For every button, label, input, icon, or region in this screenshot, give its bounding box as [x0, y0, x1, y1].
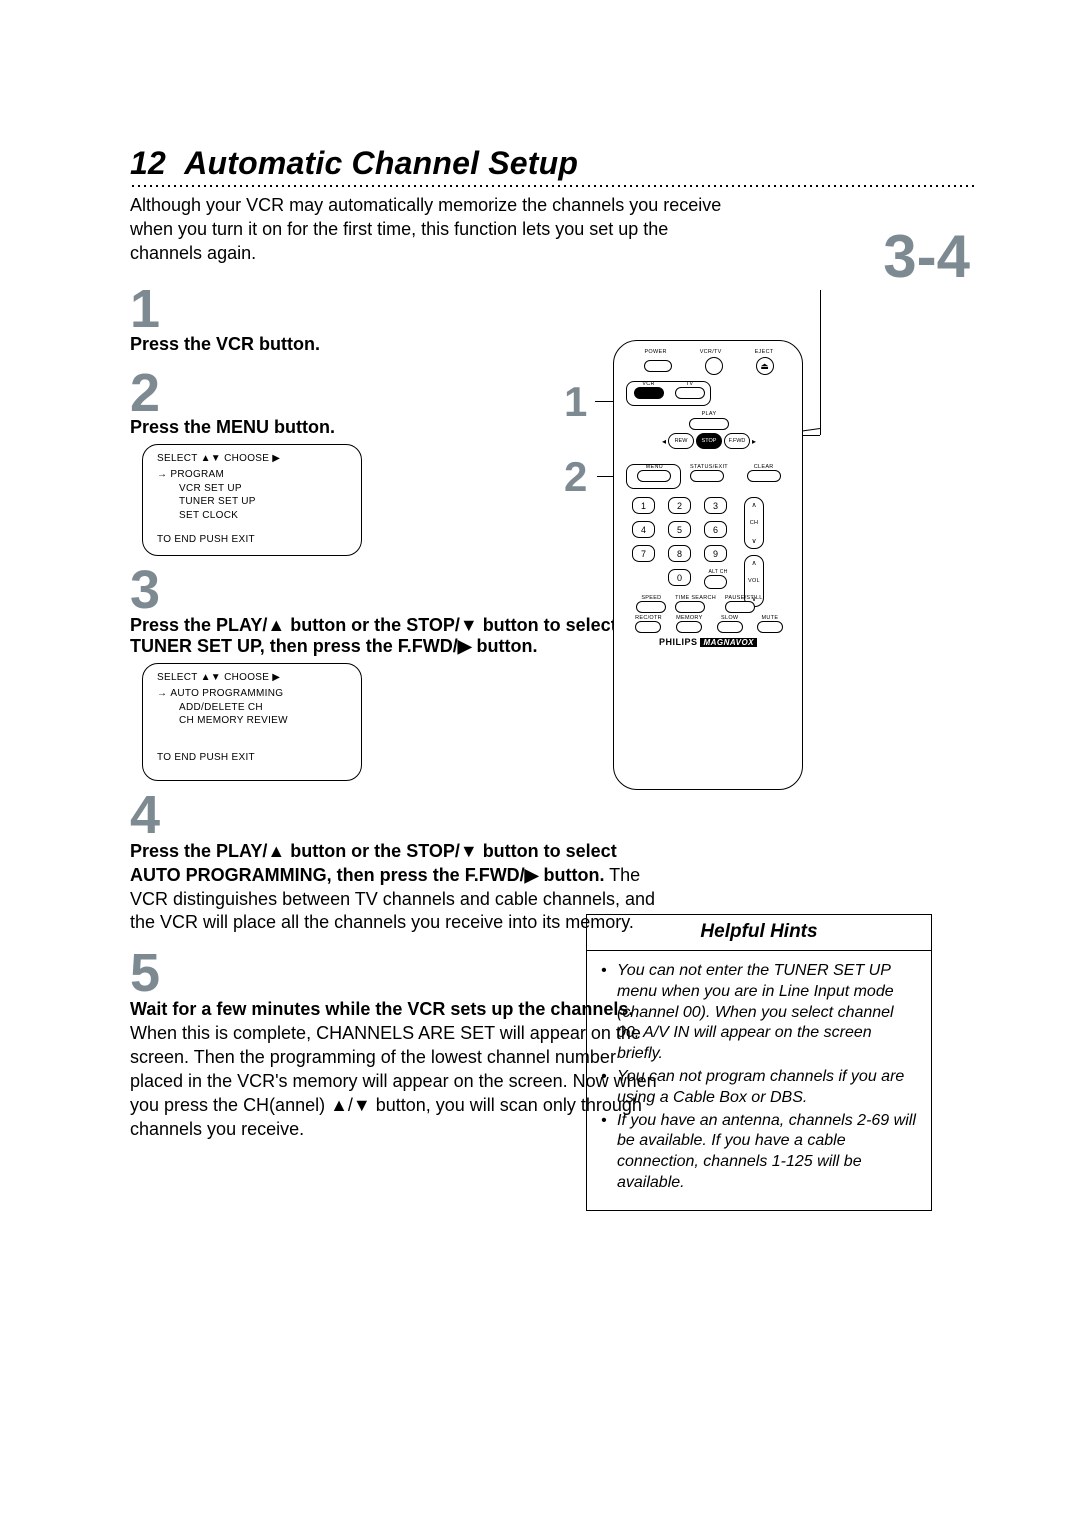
speed-button[interactable]	[636, 601, 666, 613]
step-1-text: Press the VCR button.	[130, 334, 975, 355]
tv-button[interactable]	[675, 387, 705, 399]
leader-line	[820, 290, 821, 435]
osd1-item: PROGRAM	[157, 468, 351, 482]
step-4-bold: Press the PLAY/▲ button or the STOP/▼ bu…	[130, 841, 617, 885]
play-button[interactable]	[689, 418, 729, 430]
callout-3-4: 3-4	[883, 222, 970, 291]
ffwd-button[interactable]: F.FWD	[724, 433, 750, 449]
num-8[interactable]: 8	[668, 545, 691, 562]
hint-item: If you have an antenna, channels 2-69 wi…	[601, 1111, 919, 1194]
timesearch-button[interactable]	[675, 601, 705, 613]
step-5-body: When this is complete, CHANNELS ARE SET …	[130, 1023, 657, 1139]
vcrtv-button[interactable]	[705, 357, 723, 375]
osd1-item: SET CLOCK	[157, 509, 351, 523]
memory-button[interactable]	[676, 621, 702, 633]
num-7[interactable]: 7	[632, 545, 655, 562]
num-0[interactable]: 0	[668, 569, 691, 586]
hint-item: You can not enter the TUNER SET UP menu …	[601, 961, 919, 1065]
callout-2: 2	[564, 453, 587, 501]
hint-item: You can not program channels if you are …	[601, 1067, 919, 1109]
title-text: Automatic Channel Setup	[184, 145, 578, 181]
num-5[interactable]: 5	[668, 521, 691, 538]
label-power: POWER	[644, 349, 666, 355]
num-9[interactable]: 9	[704, 545, 727, 562]
num-1[interactable]: 1	[632, 497, 655, 514]
osd1-header: SELECT ▲▼ CHOOSE ▶	[157, 453, 351, 464]
osd2-item: CH MEMORY REVIEW	[157, 714, 351, 728]
step-5-bold: Wait for a few minutes while the VCR set…	[130, 999, 633, 1019]
rew-button[interactable]: REW	[668, 433, 694, 449]
remote-illustration: POWER VCR/TV EJECT ⏏ VCR TV PLAY ◂ REW S…	[613, 340, 803, 790]
osd1-item: TUNER SET UP	[157, 495, 351, 509]
osd2-item: ADD/DELETE CH	[157, 701, 351, 715]
osd-menu-2: SELECT ▲▼ CHOOSE ▶ AUTO PROGRAMMING ADD/…	[142, 663, 362, 781]
hints-heading: Helpful Hints	[587, 915, 931, 951]
step-number-4: 4	[130, 791, 975, 840]
menu-button[interactable]	[637, 470, 671, 482]
helpful-hints-box: Helpful Hints You can not enter the TUNE…	[586, 914, 932, 1211]
label-vcrtv: VCR/TV	[700, 349, 722, 355]
osd2-header: SELECT ▲▼ CHOOSE ▶	[157, 672, 351, 683]
dotted-rule	[130, 184, 975, 188]
step-number-3: 3	[130, 566, 975, 615]
vcr-button[interactable]	[634, 387, 664, 399]
brand-label: PHILIPSMAGNAVOX	[614, 637, 802, 647]
altch-button[interactable]	[704, 575, 727, 589]
osd2-footer: TO END PUSH EXIT	[157, 752, 351, 763]
label-status: STATUS/EXIT	[690, 464, 728, 470]
step-2-text: Press the MENU button.	[130, 417, 975, 438]
num-2[interactable]: 2	[668, 497, 691, 514]
callout-1: 1	[564, 378, 587, 426]
page-title: 12 Automatic Channel Setup	[130, 145, 975, 182]
mute-button[interactable]	[757, 621, 783, 633]
stop-button[interactable]: STOP	[696, 433, 722, 449]
osd-menu-1: SELECT ▲▼ CHOOSE ▶ PROGRAM VCR SET UP TU…	[142, 444, 362, 556]
num-3[interactable]: 3	[704, 497, 727, 514]
num-6[interactable]: 6	[704, 521, 727, 538]
osd2-item: AUTO PROGRAMMING	[157, 687, 351, 701]
label-play: PLAY	[662, 411, 756, 417]
eject-button[interactable]: ⏏	[756, 357, 774, 375]
page-number: 12	[130, 145, 166, 181]
step-number-1: 1	[130, 285, 975, 334]
label-eject: EJECT	[755, 349, 774, 355]
label-altch: ALT CH	[704, 569, 732, 575]
slow-button[interactable]	[717, 621, 743, 633]
power-button[interactable]	[644, 360, 672, 372]
osd1-item: VCR SET UP	[157, 482, 351, 496]
num-4[interactable]: 4	[632, 521, 655, 538]
step-number-2: 2	[130, 369, 975, 418]
rec-button[interactable]	[635, 621, 661, 633]
step-3-text: Press the PLAY/▲ button or the STOP/▼ bu…	[130, 615, 670, 657]
ch-rocker[interactable]: ∧CH∨	[744, 497, 764, 549]
osd1-footer: TO END PUSH EXIT	[157, 534, 351, 545]
pause-button[interactable]	[725, 601, 755, 613]
intro-paragraph: Although your VCR may automatically memo…	[130, 194, 730, 265]
clear-button[interactable]	[747, 470, 781, 482]
status-exit-button[interactable]	[690, 470, 724, 482]
